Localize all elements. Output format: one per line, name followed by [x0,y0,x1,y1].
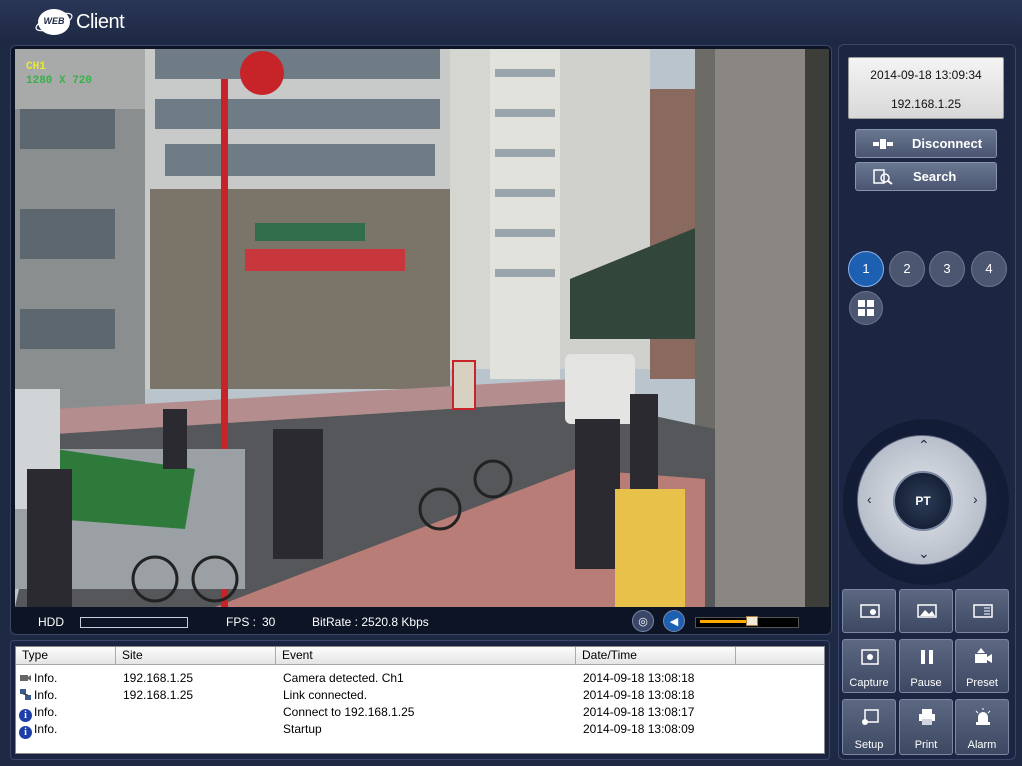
event-log-table: Type Site Event Date/Time Info. 192.168.… [15,646,825,754]
ptz-center-button[interactable]: PT [893,471,953,531]
grid-icon [858,300,874,316]
column-header-type[interactable]: Type [16,647,116,664]
quad-view-button[interactable] [849,291,883,325]
disconnect-label: Disconnect [912,136,983,151]
logo-badge: WEB [34,7,74,37]
volume-slider[interactable] [695,616,799,628]
capture-button[interactable]: Capture [842,639,896,693]
table-row[interactable]: Info. 192.168.1.25 Link connected. 2014-… [16,687,824,704]
current-datetime: 2014-09-18 13:09:34 [870,68,982,82]
pan-down-icon[interactable]: ⌄ [918,545,930,562]
setup-label: Setup [854,739,884,751]
picture-icon [917,604,937,618]
logo-text: Client [76,10,125,33]
search-button[interactable]: Search [855,162,997,191]
live-video-view[interactable]: CH1 1280 X 720 [15,49,829,607]
camera-feed-image [15,49,829,607]
preset-label: Preset [966,677,998,689]
hdd-label: HDD [38,615,64,629]
fps-value: 30 [262,615,276,629]
print-label: Print [914,739,938,751]
channel-4-button[interactable]: 4 [971,251,1007,287]
channel-label: CH1 [26,61,46,73]
print-button[interactable]: Print [899,699,953,755]
row-site: 192.168.1.25 [123,688,194,702]
row-type: Info. [34,705,58,719]
video-panel: CH1 1280 X 720 HDD FPS : 30 BitRate : 25… [10,45,832,635]
column-header-datetime[interactable]: Date/Time [576,647,736,664]
capture-icon [861,649,879,665]
connection-info-box: 2014-09-18 13:09:34 192.168.1.25 [848,57,1004,119]
network-icon [20,689,31,700]
row-site: 192.168.1.25 [123,671,194,685]
channel-3-button[interactable]: 3 [929,251,965,287]
row-type: Info. [34,671,58,685]
channel-2-button[interactable]: 2 [889,251,925,287]
row-event: Connect to 192.168.1.25 [283,705,415,719]
camera-view-icon [860,604,880,618]
row-datetime: 2014-09-18 13:08:17 [583,705,695,719]
row-type: Info. [34,688,58,702]
table-row[interactable]: i Info. Startup 2014-09-18 13:08:09 [16,721,824,739]
pause-icon [921,650,933,664]
table-row[interactable]: i Info. Connect to 192.168.1.25 2014-09-1… [16,704,824,722]
alarm-label: Alarm [967,739,997,751]
connected-ip: 192.168.1.25 [890,97,962,111]
list-icon [973,604,993,618]
volume-thumb[interactable] [746,616,758,626]
list-view-button[interactable] [955,589,1009,633]
pause-label: Pause [910,677,942,689]
search-label: Search [913,169,957,184]
column-header-site[interactable]: Site [116,647,276,664]
event-log-header: Type Site Event Date/Time [16,647,824,665]
printer-icon [919,709,935,725]
app-logo: WEB Client [34,4,125,40]
speaker-button[interactable]: ◀ [663,610,685,632]
speaker-icon: ◀ [669,615,679,628]
search-icon [873,169,893,185]
pan-right-icon[interactable]: › [973,491,978,507]
setup-button[interactable]: Setup [842,699,896,755]
event-log-panel: Type Site Event Date/Time Info. 192.168.… [10,640,830,760]
pan-left-icon[interactable]: ‹ [867,491,872,507]
broadcast-icon: ◎ [638,615,648,628]
info-icon: i [19,726,32,739]
bitrate-readout: BitRate : 2520.8 Kbps [312,615,429,629]
row-datetime: 2014-09-18 13:08:09 [583,722,695,736]
table-row[interactable]: Info. 192.168.1.25 Camera detected. Ch1 … [16,670,824,687]
pause-button[interactable]: Pause [899,639,953,693]
image-view-button[interactable] [899,589,953,633]
video-status-bar: HDD FPS : 30 BitRate : 2520.8 Kbps ◎ ◀ [11,607,831,635]
single-view-button[interactable] [842,589,896,633]
capture-label: Capture [849,677,889,689]
row-datetime: 2014-09-18 13:08:18 [583,671,695,685]
fps-label: FPS : [226,615,257,629]
hdd-usage-bar [80,617,188,628]
row-event: Link connected. [283,688,368,702]
pan-up-icon[interactable]: ⌃ [918,437,930,454]
row-datetime: 2014-09-18 13:08:18 [583,688,695,702]
resolution-label: 1280 X 720 [26,75,93,87]
top-bar: WEB Client [0,0,1022,44]
row-event: Camera detected. Ch1 [283,671,404,685]
camera-icon [20,675,31,681]
volume-fill [700,620,752,623]
channel-1-button[interactable]: 1 [848,251,884,287]
control-sidebar: 2014-09-18 13:09:34 192.168.1.25 Disconn… [838,44,1016,760]
column-header-event[interactable]: Event [276,647,576,664]
disconnect-button[interactable]: Disconnect [855,129,997,158]
plug-icon [873,139,893,149]
preset-button[interactable]: Preset [955,639,1009,693]
microphone-button[interactable]: ◎ [632,610,654,632]
row-type: Info. [34,722,58,736]
alarm-button[interactable]: Alarm [955,699,1009,755]
preset-camera-icon [975,648,992,663]
alarm-siren-icon [975,708,991,725]
row-event: Startup [283,722,322,736]
setup-icon [862,709,879,725]
